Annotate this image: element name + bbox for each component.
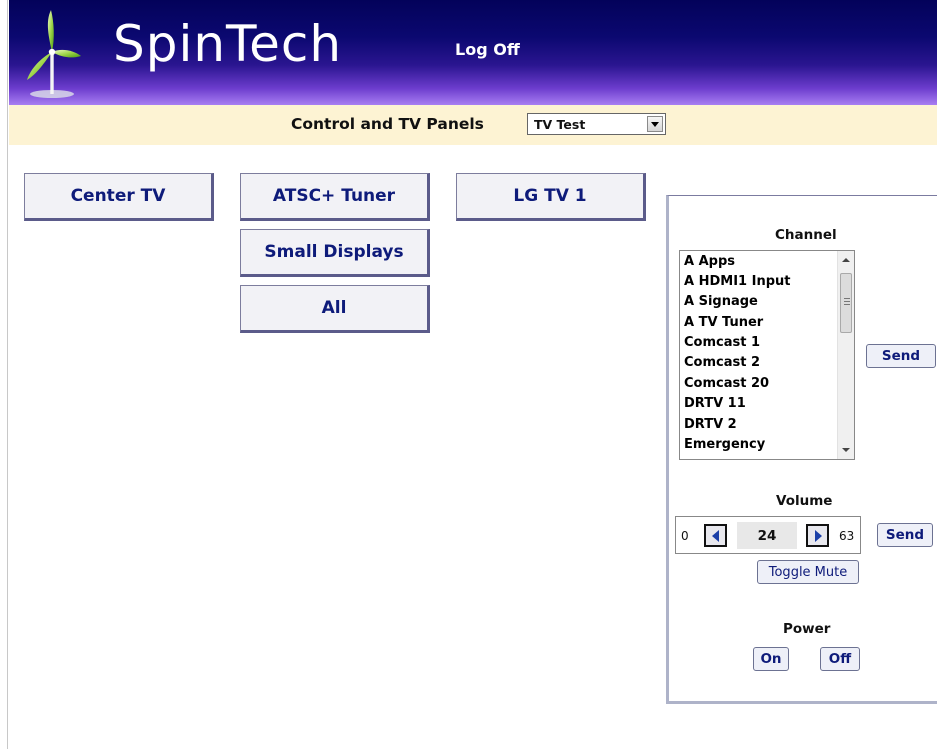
channel-option[interactable]: A Signage: [684, 294, 758, 314]
page-frame-border: [0, 0, 8, 749]
tv-control-panel: Channel A Apps A HDMI1 Input A Signage A…: [666, 195, 937, 704]
small-displays-button[interactable]: Small Displays: [240, 229, 430, 277]
channel-scrollbar[interactable]: [837, 251, 854, 459]
channel-label: Channel: [775, 227, 837, 243]
volume-down-arrow-icon[interactable]: [704, 524, 727, 547]
power-on-button[interactable]: On: [753, 647, 789, 671]
brand-logo-text: SpinTech: [113, 15, 343, 73]
channel-option[interactable]: DRTV 11: [684, 396, 746, 416]
all-button[interactable]: All: [240, 285, 430, 333]
header-banner: SpinTech Log Off: [9, 0, 937, 105]
power-off-button[interactable]: Off: [820, 647, 860, 671]
volume-send-button[interactable]: Send: [877, 523, 933, 547]
power-label: Power: [783, 621, 831, 637]
panel-select-dropdown[interactable]: TV Test: [527, 113, 666, 135]
volume-label: Volume: [776, 493, 833, 509]
volume-max-value: 63: [839, 529, 855, 543]
channel-option[interactable]: A Apps: [684, 254, 735, 274]
scroll-thumb[interactable]: [840, 273, 852, 333]
channel-listbox[interactable]: A Apps A HDMI1 Input A Signage A TV Tune…: [679, 250, 855, 460]
toolbar-title: Control and TV Panels: [291, 115, 484, 133]
lg-tv-1-button[interactable]: LG TV 1: [456, 173, 646, 221]
scroll-down-arrow-icon[interactable]: [842, 448, 850, 452]
channel-option[interactable]: Comcast 1: [684, 335, 760, 355]
panel-toolbar: Control and TV Panels TV Test: [9, 105, 937, 145]
wind-turbine-icon: [27, 10, 81, 98]
channel-option[interactable]: Comcast 2: [684, 355, 760, 375]
center-tv-button[interactable]: Center TV: [24, 173, 214, 221]
channel-send-button[interactable]: Send: [866, 344, 936, 368]
volume-value: 24: [737, 522, 797, 549]
channel-option[interactable]: A TV Tuner: [684, 315, 763, 335]
channel-option[interactable]: DRTV 2: [684, 417, 737, 437]
channel-option[interactable]: Comcast 20: [684, 376, 769, 396]
volume-min-value: 0: [681, 529, 689, 543]
channel-option[interactable]: Emergency: [684, 437, 765, 457]
toggle-mute-button[interactable]: Toggle Mute: [757, 560, 859, 584]
volume-up-arrow-icon[interactable]: [806, 524, 829, 547]
panel-select-value: TV Test: [534, 117, 586, 132]
chevron-down-icon[interactable]: [647, 116, 663, 132]
volume-stepper: 0 24 63: [675, 516, 861, 554]
channel-option[interactable]: A HDMI1 Input: [684, 274, 790, 294]
log-off-link[interactable]: Log Off: [455, 40, 520, 59]
atsc-tuner-button[interactable]: ATSC+ Tuner: [240, 173, 430, 221]
scroll-up-arrow-icon[interactable]: [842, 258, 850, 262]
